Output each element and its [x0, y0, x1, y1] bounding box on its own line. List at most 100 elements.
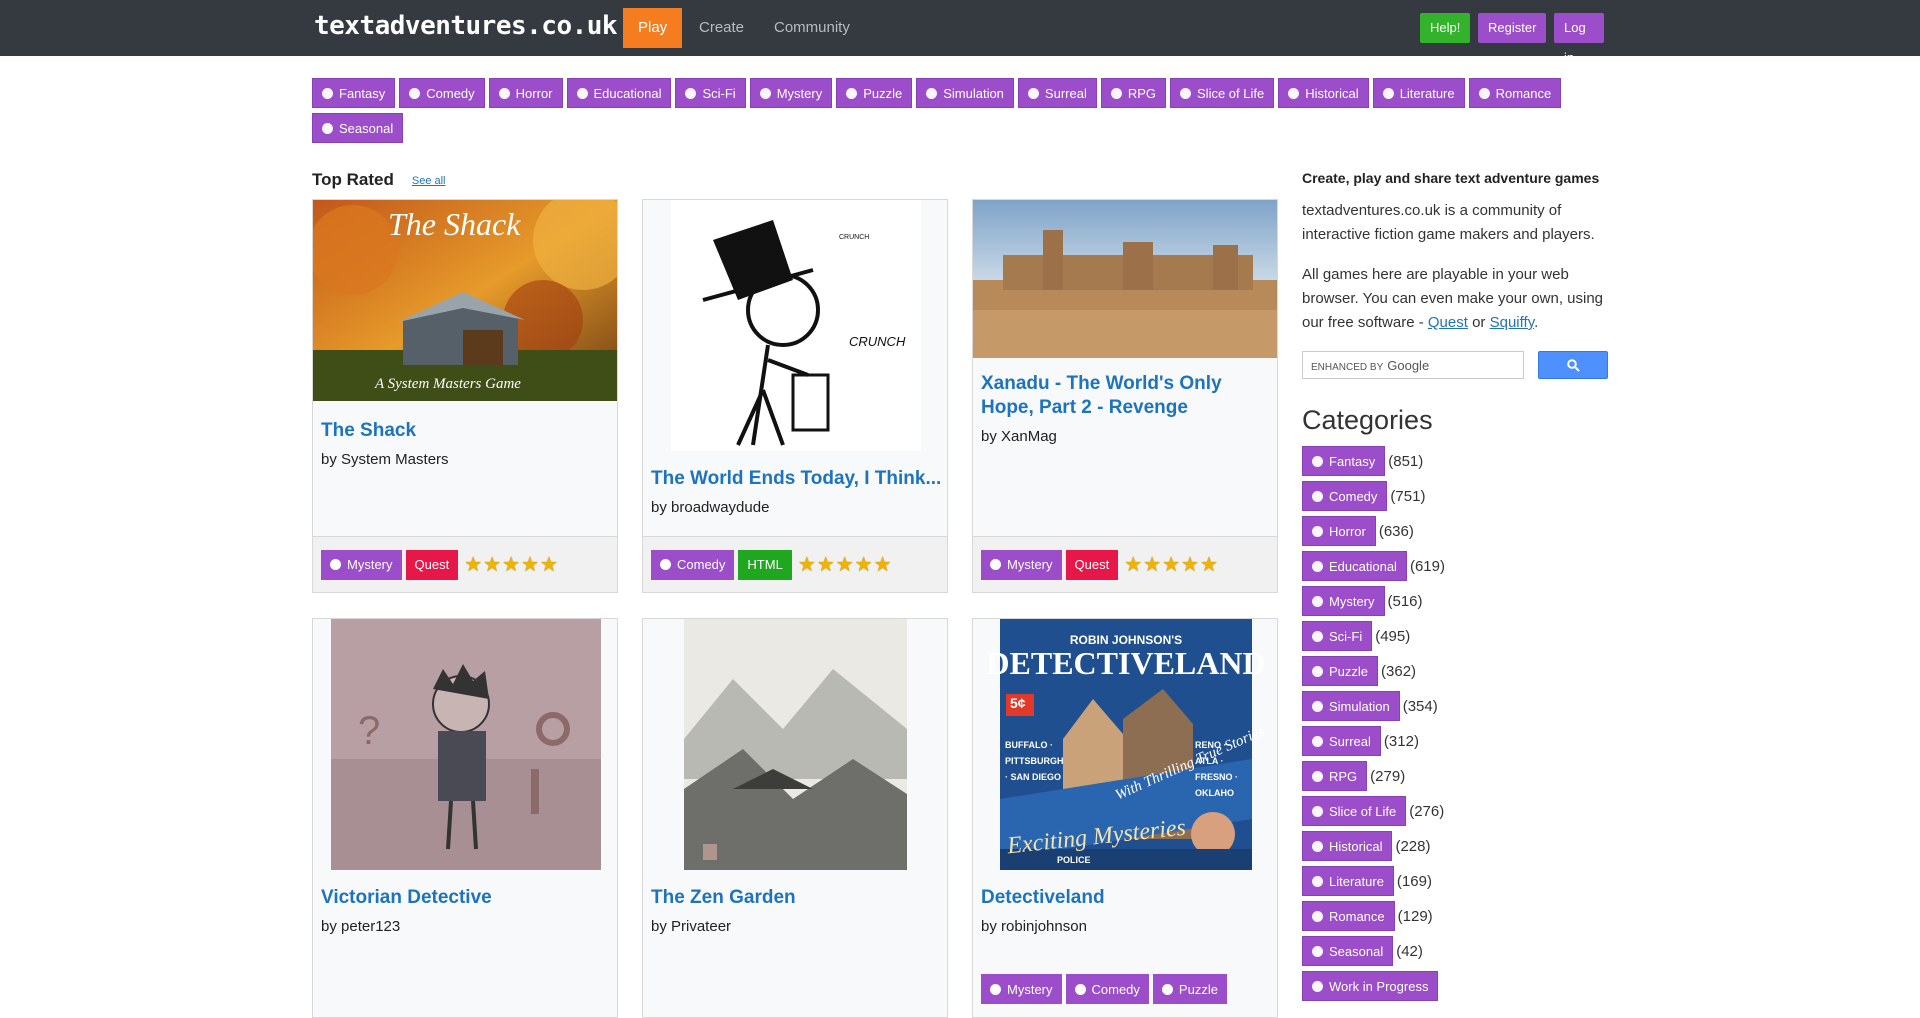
- category-tag-historical[interactable]: Historical: [1302, 831, 1393, 861]
- genre-tag-historical[interactable]: Historical: [1278, 78, 1369, 108]
- smile-icon: [660, 559, 671, 570]
- category-tag-mystery[interactable]: Mystery: [1302, 586, 1385, 616]
- genre-tag-mystery[interactable]: Mystery: [749, 78, 833, 108]
- game-cover-image[interactable]: [973, 200, 1277, 358]
- engine-chip-quest[interactable]: Quest: [405, 549, 459, 580]
- category-tag-puzzle[interactable]: Puzzle: [1302, 656, 1379, 686]
- category-tag-rpg[interactable]: RPG: [1302, 761, 1368, 791]
- game-cover-image[interactable]: ROBIN JOHNSON'S DETECTIVELAND 5¢ BUFFALO…: [973, 619, 1277, 870]
- genre-chip-mystery[interactable]: Mystery: [981, 974, 1062, 1004]
- category-tag-horror[interactable]: Horror: [1302, 516, 1376, 546]
- card-footer: Mystery Quest ★ ★ ★ ★ ★: [973, 536, 1277, 592]
- engine-chip-quest[interactable]: Quest: [1065, 549, 1119, 580]
- genre-tag-puzzle[interactable]: Puzzle: [836, 78, 913, 108]
- search-icon: [1566, 358, 1580, 372]
- category-tag-fantasy[interactable]: Fantasy: [1302, 446, 1386, 476]
- game-author: by robinjohnson: [981, 918, 1087, 935]
- genre-tag-comedy[interactable]: Comedy: [399, 78, 485, 108]
- grad-cap-icon: [576, 87, 588, 99]
- category-tag-work-in-progress[interactable]: Work in Progress: [1302, 971, 1439, 1001]
- category-tag-literature[interactable]: Literature: [1302, 866, 1394, 896]
- game-title[interactable]: Victorian Detective: [313, 886, 617, 910]
- category-tag-romance[interactable]: Romance: [1302, 901, 1395, 931]
- category-item: Romance (129): [1302, 901, 1612, 931]
- genre-chip-comedy[interactable]: Comedy: [651, 549, 735, 580]
- heart-icon: [1312, 910, 1323, 922]
- genre-tag-rpg[interactable]: RPG: [1100, 78, 1167, 108]
- game-card[interactable]: ROBIN JOHNSON'S DETECTIVELAND 5¢ BUFFALO…: [972, 618, 1278, 1018]
- genre-tag-scifi[interactable]: Sci-Fi: [675, 78, 746, 108]
- rating-stars: ★ ★ ★ ★ ★: [464, 552, 559, 577]
- game-card[interactable]: Xanadu - The World's Only Hope, Part 2 -…: [972, 199, 1278, 593]
- category-tag-surreal[interactable]: Surreal: [1302, 726, 1381, 756]
- site-logo[interactable]: textadventures.co.uk: [314, 11, 618, 41]
- login-button[interactable]: Log in: [1554, 13, 1604, 65]
- genre-tag-literature[interactable]: Literature: [1372, 78, 1465, 108]
- game-author: by XanMag: [981, 428, 1057, 445]
- category-tag-simulation[interactable]: Simulation: [1302, 691, 1400, 721]
- engine-chip-html[interactable]: HTML: [738, 549, 792, 580]
- genre-tag-educational[interactable]: Educational: [566, 78, 672, 108]
- game-title[interactable]: Xanadu - The World's Only Hope, Part 2 -…: [973, 372, 1277, 420]
- star-icon: ★: [1199, 554, 1218, 576]
- game-cover-image[interactable]: The Shack A System Masters Game: [313, 200, 617, 401]
- genre-tag-slice-of-life[interactable]: Slice of Life: [1170, 78, 1275, 108]
- sidebar-intro: textadventures.co.uk is a community of i…: [1302, 202, 1595, 243]
- game-card[interactable]: CRUNCH CRUNCH The World Ends Today, I Th…: [642, 199, 948, 593]
- help-button[interactable]: Help!: [1420, 13, 1471, 43]
- search-input[interactable]: ENHANCED BY Google: [1302, 351, 1524, 379]
- svg-text:?: ?: [358, 709, 380, 753]
- star-icon: ★: [539, 554, 558, 576]
- nav-create[interactable]: Create: [684, 8, 759, 48]
- genre-tag-romance[interactable]: Romance: [1468, 78, 1562, 108]
- game-cover-image[interactable]: ?: [313, 619, 617, 870]
- puzzle-icon: [1312, 665, 1323, 677]
- category-tag-seasonal[interactable]: Seasonal: [1302, 936, 1394, 966]
- genre-chip-comedy[interactable]: Comedy: [1065, 974, 1149, 1004]
- genre-tag-horror[interactable]: Horror: [488, 78, 563, 108]
- game-title[interactable]: Detectiveland: [973, 886, 1277, 910]
- genre-chip-puzzle[interactable]: Puzzle: [1152, 974, 1227, 1004]
- squiffy-link[interactable]: Squiffy: [1490, 314, 1534, 331]
- category-item: Historical (228): [1302, 831, 1612, 861]
- rating-stars: ★ ★ ★ ★ ★: [1124, 552, 1219, 577]
- genre-chip-mystery[interactable]: Mystery: [321, 549, 402, 580]
- genre-chip-mystery[interactable]: Mystery: [981, 549, 1062, 580]
- genre-tag-surreal[interactable]: Surreal: [1017, 78, 1097, 108]
- category-list: Fantasy (851) Comedy (751) Horror (636) Edu…: [1302, 446, 1612, 1001]
- category-item: Seasonal (42): [1302, 936, 1612, 966]
- star-icon: ★: [1143, 554, 1162, 576]
- card-footer: Comedy HTML ★ ★ ★ ★ ★: [643, 536, 947, 592]
- game-title[interactable]: The Shack: [313, 419, 617, 443]
- nav-play[interactable]: Play: [623, 8, 683, 48]
- game-card[interactable]: The Zen Garden by Privateer: [642, 618, 948, 1018]
- magnifier-icon: [990, 559, 1001, 570]
- game-card[interactable]: The Shack A System Masters Game The Shac…: [312, 199, 618, 593]
- register-button[interactable]: Register: [1478, 13, 1547, 43]
- category-tag-educational[interactable]: Educational: [1302, 551, 1407, 581]
- genre-tag-simulation[interactable]: Simulation: [916, 78, 1014, 108]
- book-icon: [1312, 875, 1323, 887]
- see-all-link[interactable]: See all: [412, 175, 446, 187]
- game-card[interactable]: ? Victorian Detective by peter123: [312, 618, 618, 1018]
- game-title[interactable]: The Zen Garden: [643, 886, 947, 910]
- swirl-icon: [1312, 735, 1323, 747]
- star-icon: ★: [483, 554, 502, 576]
- game-cover-image[interactable]: [643, 619, 947, 870]
- category-tag-comedy[interactable]: Comedy: [1302, 481, 1388, 511]
- category-tag-scifi[interactable]: Sci-Fi: [1302, 621, 1373, 651]
- sidebar-title: Create, play and share text adventure ga…: [1302, 170, 1600, 186]
- hat-icon: [1312, 455, 1323, 467]
- chess-rook-icon: [1312, 840, 1323, 852]
- search-button[interactable]: [1538, 351, 1608, 379]
- game-cover-image[interactable]: CRUNCH CRUNCH: [643, 200, 947, 451]
- nav-community[interactable]: Community: [759, 8, 865, 48]
- category-item: RPG (279): [1302, 761, 1612, 791]
- category-tag-slice-of-life[interactable]: Slice of Life: [1302, 796, 1407, 826]
- genre-tag-seasonal[interactable]: Seasonal: [312, 113, 404, 143]
- wrench-icon: [1312, 980, 1323, 992]
- game-title[interactable]: The World Ends Today, I Think...: [643, 467, 947, 491]
- card-genre-chips: Mystery Comedy Puzzle: [981, 974, 1231, 1004]
- quest-link[interactable]: Quest: [1428, 314, 1468, 331]
- genre-tag-fantasy[interactable]: Fantasy: [312, 78, 396, 108]
